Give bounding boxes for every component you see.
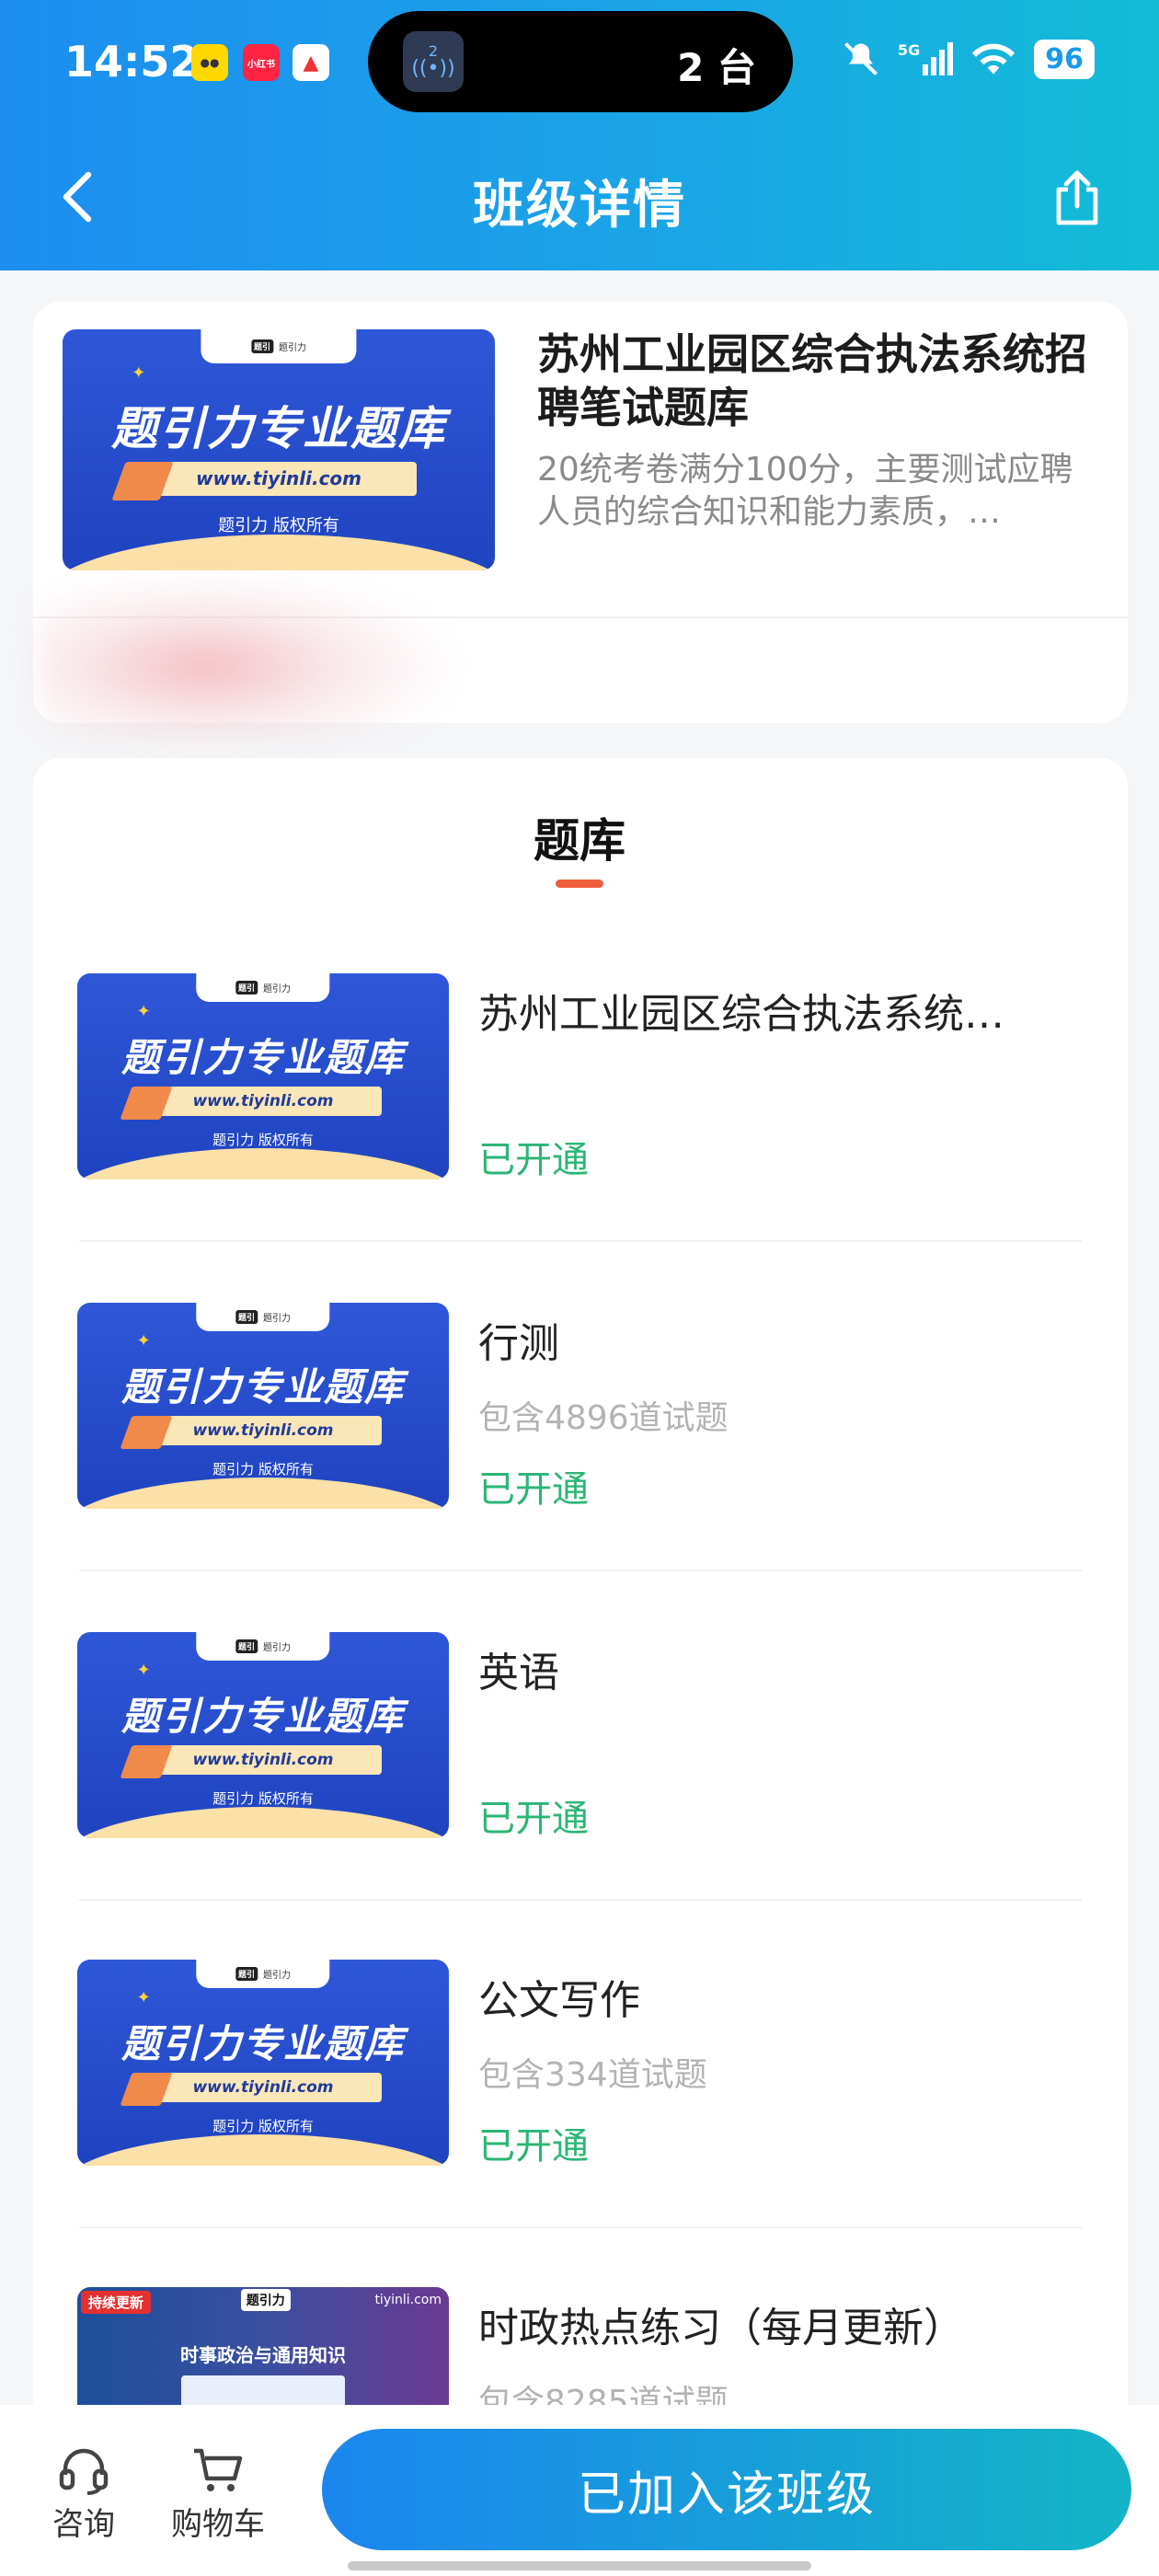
bank-question-count: 包含4896道试题 [478, 1399, 729, 1437]
cast-icon: 2 ((•)) [403, 31, 464, 92]
star-icon: ✦ [136, 1661, 151, 1681]
bank-status: 已开通 [478, 2125, 589, 2168]
joined-class-button[interactable]: 已加入该班级 [322, 2429, 1131, 2550]
header: 14:52 ●● 小红书 ▲ 2 ((•)) 2 台 5G 96 班级详情 [0, 0, 1159, 270]
bank-name: 苏州工业园区综合执法系统… [478, 991, 1004, 1038]
star-icon: ✦ [136, 1331, 151, 1351]
bank-name: 英语 [478, 1650, 559, 1696]
wifi-icon [972, 43, 1016, 75]
divider [79, 1240, 1082, 1242]
status-time: 14:52 [64, 37, 200, 86]
bank-thumbnail: 题引 题引力 ✦ 题引力专业题库 www.tiyinli.com 题引力 版权所有 [77, 1303, 449, 1509]
bank-item[interactable]: 题引 题引力 ✦ 题引力专业题库 www.tiyinli.com 题引力 版权所有… [33, 1632, 1128, 1961]
bank-item[interactable]: 题引 题引力 ✦ 题引力专业题库 www.tiyinli.com 题引力 版权所有… [33, 1303, 1128, 1632]
headset-icon [59, 2448, 109, 2495]
island-device-count: 2 台 [677, 45, 756, 90]
bank-thumbnail: 题引 题引力 ✦ 题引力专业题库 www.tiyinli.com 题引力 版权所有 [77, 973, 449, 1179]
dynamic-island[interactable]: 2 ((•)) 2 台 [368, 11, 793, 112]
home-indicator[interactable] [348, 2561, 811, 2570]
bank-name: 时政热点练习（每月更新） [478, 2305, 964, 2352]
navigation-bar: 班级详情 [0, 138, 1159, 258]
app-notification-icon: ●● [191, 44, 228, 81]
consult-label: 咨询 [52, 2506, 115, 2543]
star-icon: ✦ [136, 1988, 151, 2008]
bank-thumbnail: 题引 题引力 ✦ 题引力专业题库 www.tiyinli.com 题引力 版权所有 [77, 1960, 449, 2166]
cart-label: 购物车 [171, 2506, 265, 2543]
page-title: 班级详情 [473, 176, 686, 236]
app-notification-icon: ▲ [293, 44, 329, 81]
brand-logo: 题引力 [240, 2289, 291, 2311]
star-icon: ✦ [132, 362, 146, 383]
divider [79, 2226, 1082, 2228]
share-button[interactable] [1036, 156, 1119, 239]
course-thumbnail: 题引 题引力 ✦ 题引力专业题库 www.tiyinli.com 题引力 版权所有 [63, 329, 495, 570]
bank-name: 公文写作 [478, 1977, 640, 2024]
status-bar: 14:52 ●● 小红书 ▲ 2 ((•)) 2 台 5G 96 [0, 11, 1159, 112]
cart-button[interactable]: 购物车 [167, 2442, 269, 2544]
consult-button[interactable]: 咨询 [33, 2442, 134, 2544]
section-underline [556, 880, 603, 888]
bottom-action-bar: 咨询 购物车 已加入该班级 [0, 2405, 1159, 2576]
bank-item[interactable]: 题引 题引力 ✦ 题引力专业题库 www.tiyinli.com 题引力 版权所有… [33, 1960, 1128, 2289]
section-title: 题库 [534, 814, 625, 868]
battery-indicator: 96 [1034, 39, 1095, 79]
xiaohongshu-icon: 小红书 [243, 44, 280, 81]
bank-name: 行测 [478, 1320, 559, 1367]
bank-status: 已开通 [478, 1139, 589, 1181]
share-icon [1056, 170, 1098, 225]
bank-status: 已开通 [478, 1468, 589, 1511]
bank-question-count: 包含334道试题 [478, 2056, 707, 2094]
blurred-region [37, 570, 460, 745]
star-icon: ✦ [136, 1002, 151, 1022]
divider [79, 1899, 1082, 1901]
course-title: 苏州工业园区综合执法系统招聘笔试题库 [537, 329, 1087, 432]
divider [79, 1570, 1082, 1571]
status-icons: 5G 96 [841, 39, 1095, 79]
cart-icon [194, 2448, 243, 2491]
update-badge: 持续更新 [81, 2291, 152, 2314]
mute-icon [844, 42, 878, 75]
signal-icon: 5G [898, 41, 954, 75]
bank-status: 已开通 [478, 1798, 589, 1840]
bank-thumbnail: 题引 题引力 ✦ 题引力专业题库 www.tiyinli.com 题引力 版权所有 [77, 1632, 449, 1838]
course-description: 20统考卷满分100分，主要测试应聘人员的综合知识和能力素质，… [537, 451, 1073, 531]
bank-item[interactable]: 题引 题引力 ✦ 题引力专业题库 www.tiyinli.com 题引力 版权所有… [33, 973, 1128, 1303]
